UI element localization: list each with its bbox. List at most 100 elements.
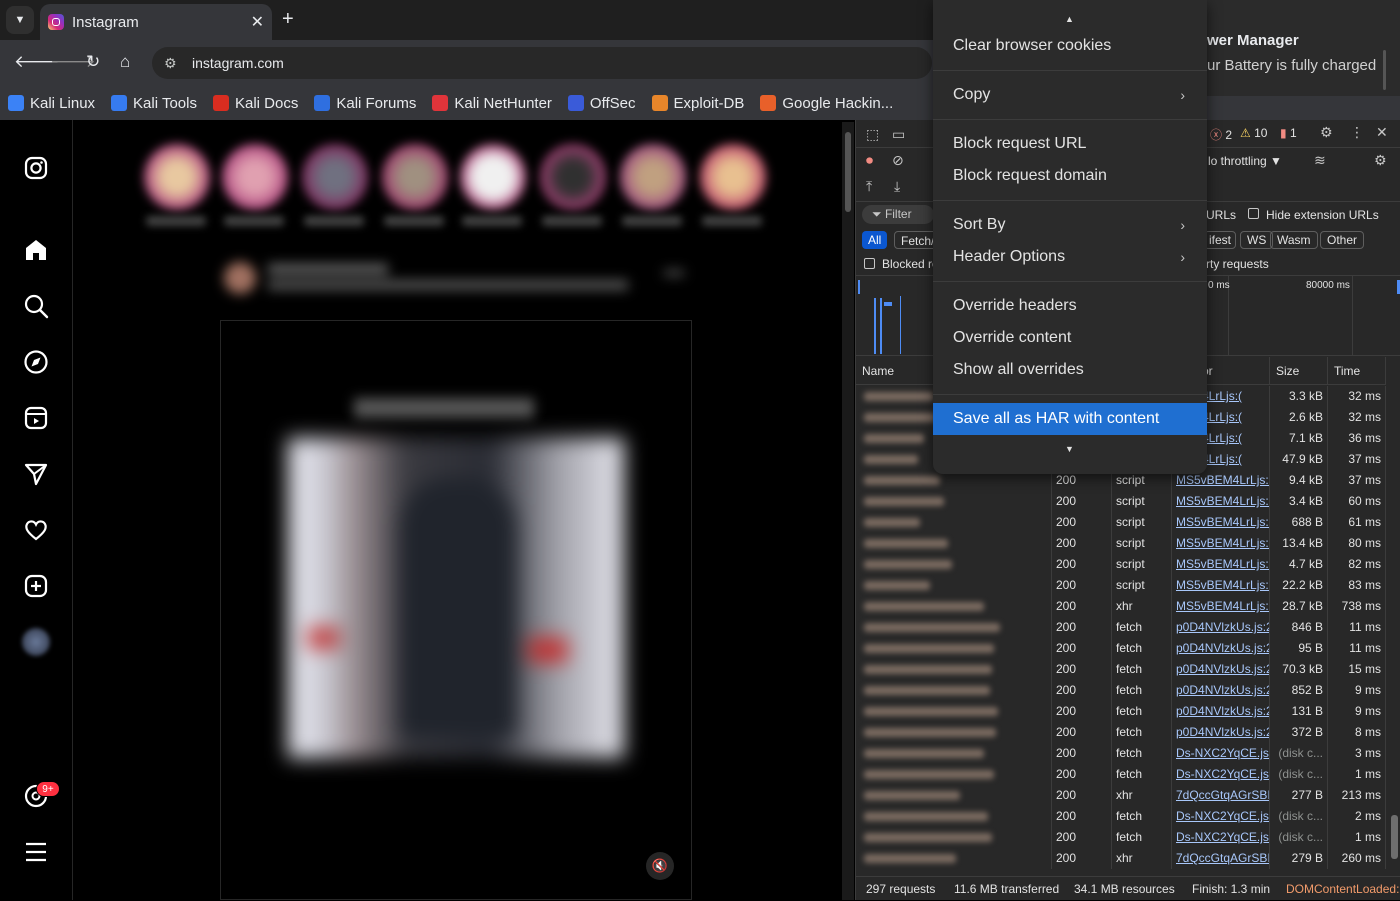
profile-avatar[interactable] xyxy=(22,628,50,656)
menu-item-copy[interactable]: Copy › xyxy=(933,79,1207,111)
column-header-time[interactable]: Time xyxy=(1328,357,1386,385)
column-header-size[interactable]: Size xyxy=(1270,357,1328,385)
bookmark-item[interactable]: OffSec xyxy=(567,95,636,112)
issues-counter[interactable]: ▮ 1 xyxy=(1280,126,1297,140)
notifications-heart-icon[interactable] xyxy=(22,516,50,544)
filter-manifest-button[interactable]: ifest xyxy=(1204,231,1237,249)
menu-item-block-request-domain[interactable]: Block request domain xyxy=(933,160,1207,192)
table-row[interactable]: 200 xhr 7dQccGtqAGrSBI: 277 B 213 ms xyxy=(856,785,1386,806)
tab-instagram[interactable]: Instagram ✕ xyxy=(40,4,272,40)
mute-toggle-button[interactable]: 🔇 xyxy=(646,852,674,880)
cell-initiator[interactable]: p0D4NVlzkUs.js:2 xyxy=(1172,722,1270,743)
inspect-element-icon[interactable]: ⬚ xyxy=(866,126,879,143)
home-icon[interactable] xyxy=(22,236,50,264)
cell-initiator[interactable]: 7dQccGtqAGrSBI: xyxy=(1172,785,1270,806)
address-bar[interactable]: ⚙ instagram.com xyxy=(152,47,932,79)
story-avatar[interactable] xyxy=(302,144,368,210)
cell-initiator[interactable]: MS5vBEM4LrLjs:2 xyxy=(1172,596,1270,617)
new-tab-button[interactable]: + xyxy=(282,8,294,31)
reload-icon[interactable]: ↻ xyxy=(86,52,100,72)
instagram-logo-icon[interactable] xyxy=(22,154,50,182)
story-avatar[interactable] xyxy=(144,144,210,210)
menu-item-clear-browser-cookies[interactable]: Clear browser cookies xyxy=(933,30,1207,62)
table-row[interactable]: 200 script MS5vBEM4LrLjs:(4.7 kB 82 ms xyxy=(856,554,1386,575)
table-row[interactable]: 200 fetch Ds-NXC2YqCE.js: (disk c... 1 ms xyxy=(856,827,1386,848)
cell-initiator[interactable]: p0D4NVlzkUs.js:2 xyxy=(1172,617,1270,638)
filter-other-button[interactable]: Other xyxy=(1320,231,1365,249)
story-avatar[interactable] xyxy=(540,144,606,210)
cell-initiator[interactable]: MS5vBEM4LrLjs:( xyxy=(1172,554,1270,575)
reels-icon[interactable] xyxy=(22,404,50,432)
record-stop-icon[interactable]: ⏺ xyxy=(866,152,873,169)
table-row[interactable]: 200 script MS5vBEM4LrLjs:(22.2 kB 83 ms xyxy=(856,575,1386,596)
table-row[interactable]: 200 fetch p0D4NVlzkUs.js:2 95 B 11 ms xyxy=(856,638,1386,659)
cell-initiator[interactable]: MS5vBEM4LrLjs:( xyxy=(1172,533,1270,554)
cell-initiator[interactable]: p0D4NVlzkUs.js:2 xyxy=(1172,659,1270,680)
table-row[interactable]: 200 fetch p0D4NVlzkUs.js:2 846 B 11 ms xyxy=(856,617,1386,638)
warnings-counter[interactable]: ⚠ 10 xyxy=(1240,126,1267,140)
bookmark-item[interactable]: Kali NetHunter xyxy=(432,95,552,112)
explore-compass-icon[interactable] xyxy=(22,348,50,376)
bookmark-item[interactable]: Kali Docs xyxy=(212,95,298,112)
menu-item-override-content[interactable]: Override content xyxy=(933,322,1207,354)
table-scrollbar[interactable] xyxy=(1388,357,1400,876)
filter-wasm-button[interactable]: Wasm xyxy=(1270,231,1318,249)
search-icon[interactable] xyxy=(22,292,50,320)
table-row[interactable]: 200 script MS5vBEM4LrLjs:(13.4 kB 80 ms xyxy=(856,533,1386,554)
page-scrollbar[interactable] xyxy=(842,122,854,900)
errors-counter[interactable]: ⓧ 2 xyxy=(1210,126,1232,143)
cell-initiator[interactable]: MS5vBEM4LrLjs:( xyxy=(1172,575,1270,596)
menu-item-show-all-overrides[interactable]: Show all overrides xyxy=(933,354,1207,386)
table-row[interactable]: 200 xhr MS5vBEM4LrLjs:2 28.7 kB 738 ms xyxy=(856,596,1386,617)
table-row[interactable]: 200 fetch Ds-NXC2YqCE.js: (disk c... 1 ms xyxy=(856,764,1386,785)
cell-initiator[interactable]: MS5vBEM4LrLjs:( xyxy=(1172,512,1270,533)
close-devtools-icon[interactable]: ✕ xyxy=(1376,124,1388,141)
table-row[interactable]: 200 fetch p0D4NVlzkUs.js:2 131 B9 ms xyxy=(856,701,1386,722)
clear-log-icon[interactable]: ⊘ xyxy=(892,152,904,169)
story-avatar[interactable] xyxy=(700,144,766,210)
table-row[interactable]: 200 fetch Ds-NXC2YqCE.js: (disk c... 2 ms xyxy=(856,806,1386,827)
bookmark-item[interactable]: Kali Forums xyxy=(314,95,416,112)
table-row[interactable]: 200 fetch p0D4NVlzkUs.js:2 852 B9 ms xyxy=(856,680,1386,701)
more-options-icon[interactable]: ⋮ xyxy=(1350,124,1364,141)
filter-input[interactable]: ⏷ Filter xyxy=(862,205,934,224)
cell-initiator[interactable]: 7dQccGtqAGrSBI: xyxy=(1172,848,1270,869)
menu-item-sort-by[interactable]: Sort By › xyxy=(933,209,1207,241)
story-avatar[interactable] xyxy=(460,144,526,210)
create-plus-icon[interactable] xyxy=(22,572,50,600)
bookmark-item[interactable]: Exploit-DB xyxy=(651,95,744,112)
network-conditions-icon[interactable]: ≋ xyxy=(1314,152,1326,169)
story-avatar[interactable] xyxy=(620,144,686,210)
export-har-icon[interactable]: ⤓ xyxy=(894,178,900,195)
bookmark-item[interactable]: Kali Linux xyxy=(8,95,95,112)
scroll-down-icon[interactable]: ▼ xyxy=(1065,444,1074,454)
story-avatar[interactable] xyxy=(222,144,288,210)
desktop-notification[interactable]: wer Manager ur Battery is fully charged xyxy=(1207,0,1400,96)
table-row[interactable]: 200 fetch p0D4NVlzkUs.js:2 372 B8 ms xyxy=(856,722,1386,743)
home-icon[interactable]: ⌂ xyxy=(120,52,130,72)
site-info-icon[interactable]: ⚙ xyxy=(164,55,182,72)
table-row[interactable]: 200 script MS5vBEM4LrLjs:(3.4 kB 60 ms xyxy=(856,491,1386,512)
import-har-icon[interactable]: ⤒ xyxy=(866,178,872,195)
bookmark-item[interactable]: Kali Tools xyxy=(111,95,197,112)
bookmark-item[interactable]: Google Hackin... xyxy=(760,95,893,112)
cell-initiator[interactable]: p0D4NVlzkUs.js:2 xyxy=(1172,680,1270,701)
cell-initiator[interactable]: p0D4NVlzkUs.js:2 xyxy=(1172,701,1270,722)
cell-initiator[interactable]: Ds-NXC2YqCE.js: xyxy=(1172,827,1270,848)
menu-item-override-headers[interactable]: Override headers xyxy=(933,290,1207,322)
menu-item-block-request-url[interactable]: Block request URL xyxy=(933,128,1207,160)
tab-close-icon[interactable]: ✕ xyxy=(251,12,264,32)
menu-item-header-options[interactable]: Header Options › xyxy=(933,241,1207,273)
cell-initiator[interactable]: Ds-NXC2YqCE.js: xyxy=(1172,806,1270,827)
table-row[interactable]: 200 fetch Ds-NXC2YqCE.js: (disk c... 3 ms xyxy=(856,743,1386,764)
throttling-select[interactable]: lo throttling ▼ xyxy=(1208,154,1282,168)
network-settings-icon[interactable]: ⚙ xyxy=(1374,152,1387,169)
tab-search-button[interactable]: ▼ xyxy=(6,6,34,34)
cell-initiator[interactable]: Ds-NXC2YqCE.js: xyxy=(1172,743,1270,764)
menu-item-save-all-as-har[interactable]: Save all as HAR with content xyxy=(933,403,1207,435)
table-row[interactable]: 200 fetch p0D4NVlzkUs.js:2 70.3 kB 15 ms xyxy=(856,659,1386,680)
table-row[interactable]: 200 xhr 7dQccGtqAGrSBI: 279 B 260 ms xyxy=(856,848,1386,869)
post-image[interactable] xyxy=(288,438,624,758)
filter-all-button[interactable]: All xyxy=(862,231,888,249)
filter-ws-button[interactable]: WS xyxy=(1240,231,1274,249)
